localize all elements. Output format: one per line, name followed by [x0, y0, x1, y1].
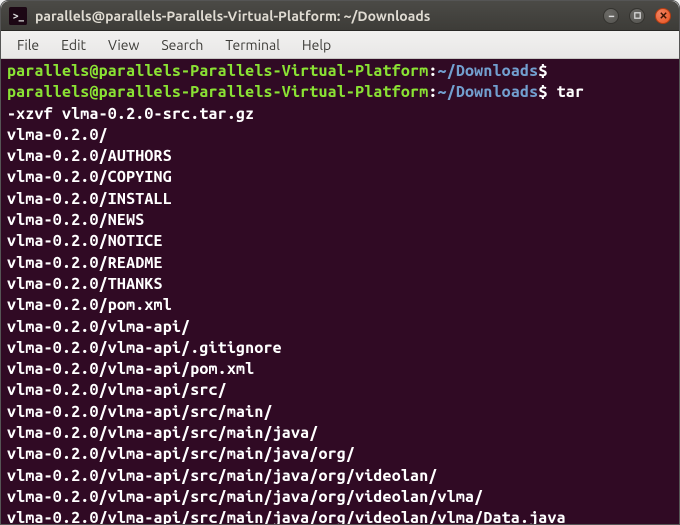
terminal-output-line: vlma-0.2.0/vlma-api/.gitignore [7, 338, 673, 359]
terminal-output-line: vlma-0.2.0/NEWS [7, 210, 673, 231]
menu-edit[interactable]: Edit [51, 34, 96, 56]
menubar: File Edit View Search Terminal Help [1, 31, 679, 59]
window-controls [603, 8, 671, 24]
terminal-output-line: vlma-0.2.0/vlma-api/src/main/java/org/vi… [7, 466, 673, 487]
terminal-output-line: vlma-0.2.0/README [7, 253, 673, 274]
menu-search[interactable]: Search [151, 34, 213, 56]
terminal-app-icon: >_ [9, 7, 27, 25]
terminal-output-line: vlma-0.2.0/vlma-api/src/main/java/ [7, 423, 673, 444]
terminal-output-line: vlma-0.2.0/AUTHORS [7, 146, 673, 167]
minimize-button[interactable] [603, 8, 619, 24]
terminal-output-line: vlma-0.2.0/INSTALL [7, 189, 673, 210]
titlebar: >_ parallels@parallels-Parallels-Virtual… [1, 1, 679, 31]
prompt-dollar: $ [538, 62, 547, 80]
prompt-user-host: parallels@parallels-Parallels-Virtual-Pl… [7, 83, 428, 101]
prompt-path: ~/Downloads [438, 62, 539, 80]
terminal-output-line: vlma-0.2.0/vlma-api/src/main/ [7, 402, 673, 423]
prompt-colon: : [428, 62, 437, 80]
terminal-output-line: vlma-0.2.0/COPYING [7, 167, 673, 188]
terminal-command-wrap: -xzvf vlma-0.2.0-src.tar.gz [7, 104, 673, 125]
menu-terminal[interactable]: Terminal [215, 34, 290, 56]
prompt-path: ~/Downloads [438, 83, 539, 101]
menu-help[interactable]: Help [292, 34, 341, 56]
terminal-output-line: vlma-0.2.0/vlma-api/src/main/java/org/ [7, 444, 673, 465]
terminal-output-line: vlma-0.2.0/vlma-api/src/ [7, 380, 673, 401]
terminal-output-line: vlma-0.2.0/vlma-api/pom.xml [7, 359, 673, 380]
terminal-area[interactable]: parallels@parallels-Parallels-Virtual-Pl… [1, 59, 679, 524]
terminal-output-line: vlma-0.2.0/vlma-api/src/main/java/org/vi… [7, 508, 673, 524]
terminal-output-line: vlma-0.2.0/NOTICE [7, 231, 673, 252]
terminal-line: parallels@parallels-Parallels-Virtual-Pl… [7, 82, 673, 103]
terminal-output-line: vlma-0.2.0/vlma-api/src/main/java/org/vi… [7, 487, 673, 508]
svg-text:>_: >_ [13, 10, 25, 22]
menu-view[interactable]: View [98, 34, 149, 56]
close-button[interactable] [655, 8, 671, 24]
terminal-output-line: vlma-0.2.0/ [7, 125, 673, 146]
prompt-colon: : [428, 83, 437, 101]
window-title: parallels@parallels-Parallels-Virtual-Pl… [35, 8, 595, 24]
terminal-output-line: vlma-0.2.0/vlma-api/ [7, 317, 673, 338]
maximize-button[interactable] [629, 8, 645, 24]
prompt-user-host: parallels@parallels-Parallels-Virtual-Pl… [7, 62, 428, 80]
terminal-line: parallels@parallels-Parallels-Virtual-Pl… [7, 61, 673, 82]
terminal-output-line: vlma-0.2.0/pom.xml [7, 295, 673, 316]
menu-file[interactable]: File [7, 34, 49, 56]
terminal-output-line: vlma-0.2.0/THANKS [7, 274, 673, 295]
terminal-command: tar [547, 83, 584, 101]
